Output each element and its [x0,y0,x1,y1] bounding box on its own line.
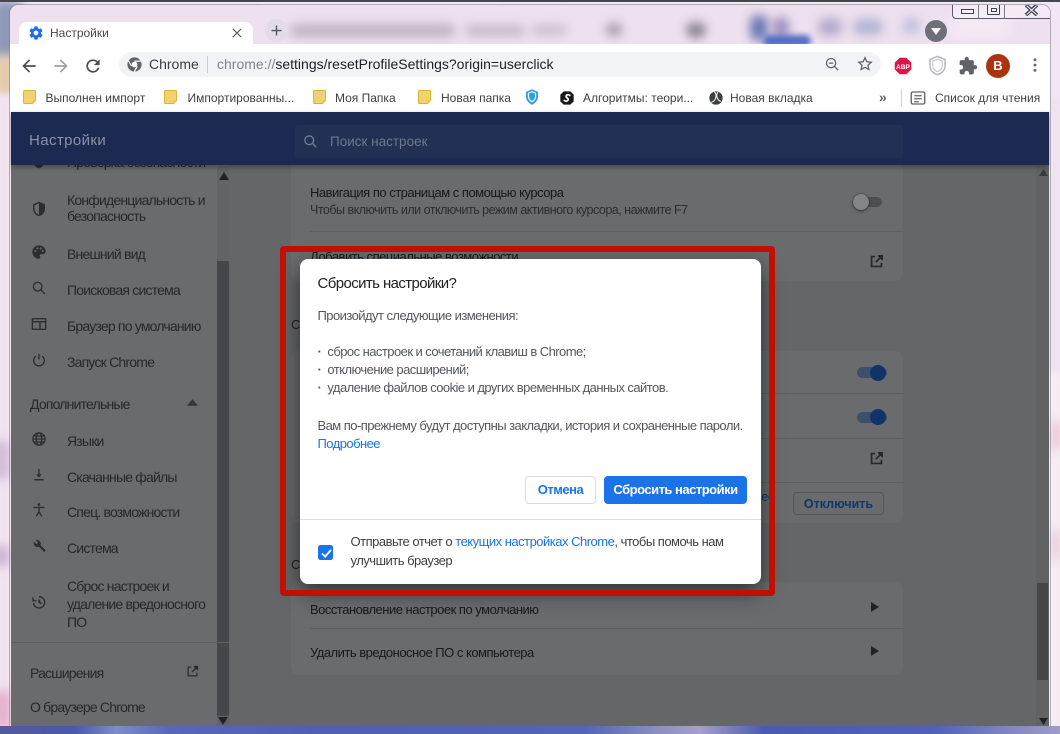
svg-text:ABP: ABP [896,64,911,71]
